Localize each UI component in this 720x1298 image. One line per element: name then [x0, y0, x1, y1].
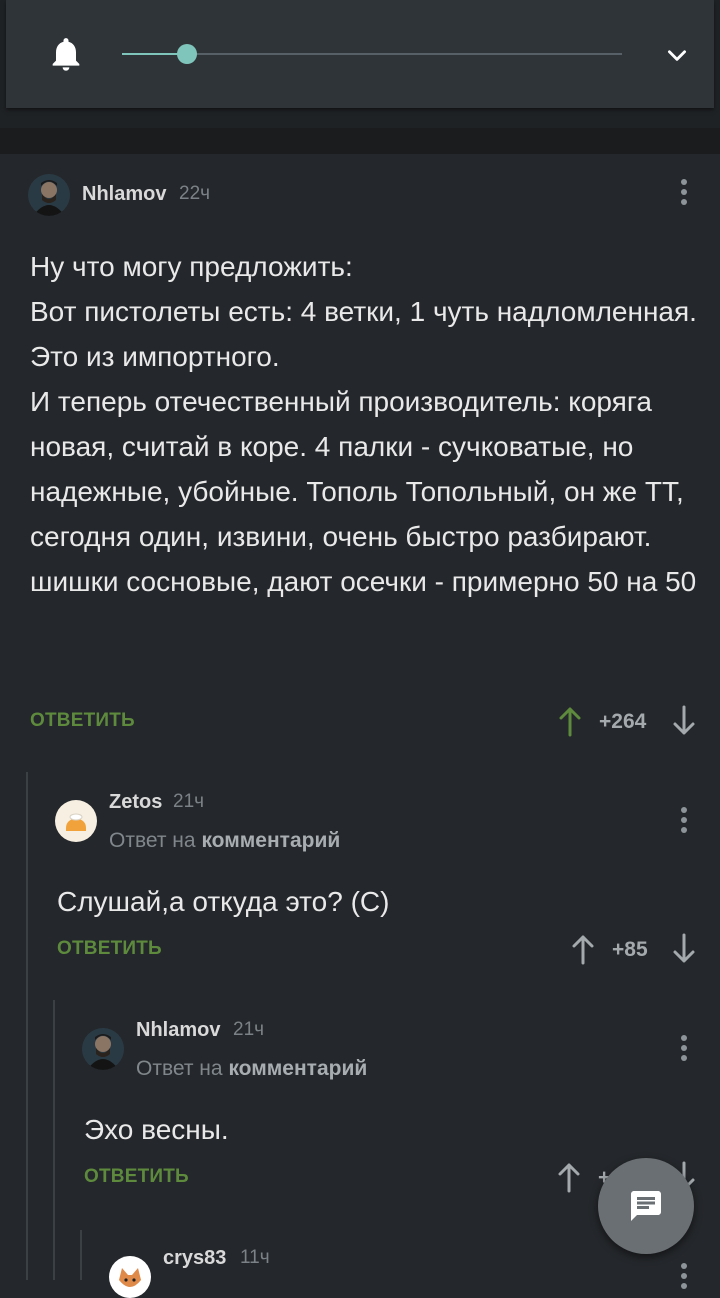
reply-to-label: Ответ на комментарий: [136, 1057, 367, 1081]
comment-text: Слушай,а откуда это? (С): [57, 886, 390, 917]
comment-time: 11ч: [240, 1247, 270, 1268]
comment-time: 21ч: [233, 1019, 265, 1040]
thread-line[interactable]: [80, 1230, 82, 1280]
reply-to-link[interactable]: комментарий: [201, 829, 340, 852]
reply-button[interactable]: ОТВЕТИТЬ: [57, 938, 162, 960]
upvote-icon[interactable]: [557, 1161, 581, 1193]
top-toolbar: [6, 0, 714, 108]
section-divider: [0, 128, 720, 154]
reply-to-label: Ответ на комментарий: [109, 829, 340, 853]
reply-to-prefix: Ответ на: [136, 1057, 223, 1080]
slider-thumb[interactable]: [177, 44, 197, 64]
thread-line[interactable]: [53, 1000, 55, 1280]
comment-author[interactable]: Zetos: [109, 791, 162, 814]
comment-author[interactable]: crys83: [163, 1247, 226, 1270]
comment-fab-button[interactable]: [598, 1158, 694, 1254]
comment-author[interactable]: Nhlamov: [136, 1019, 220, 1042]
upvote-icon[interactable]: [571, 933, 595, 965]
comment-icon: [631, 1191, 661, 1221]
top-toolbar-area: [0, 0, 720, 128]
comment-score: +85: [612, 938, 648, 961]
more-options-icon[interactable]: [679, 1262, 689, 1290]
bell-icon[interactable]: [46, 34, 86, 74]
more-options-icon[interactable]: [679, 806, 689, 834]
reply-to-prefix: Ответ на: [109, 829, 196, 852]
avatar[interactable]: [109, 1256, 151, 1298]
comment-text: Эхо весны.: [84, 1114, 229, 1145]
thread-line[interactable]: [26, 772, 28, 1280]
avatar[interactable]: [82, 1028, 124, 1070]
avatar[interactable]: [28, 174, 70, 216]
downvote-icon[interactable]: [672, 933, 696, 965]
chevron-down-icon[interactable]: [664, 42, 690, 68]
comment-author[interactable]: Nhlamov: [82, 183, 166, 206]
reply-to-link[interactable]: комментарий: [228, 1057, 367, 1080]
comment-time: 22ч: [179, 183, 211, 204]
downvote-icon[interactable]: [672, 705, 696, 737]
upvote-icon[interactable]: [558, 705, 582, 737]
comment-text: Ну что могу предложить: Вот пистолеты ес…: [30, 251, 697, 597]
more-options-icon[interactable]: [679, 178, 689, 206]
more-options-icon[interactable]: [679, 1034, 689, 1062]
level-slider[interactable]: [122, 44, 622, 64]
reply-button[interactable]: ОТВЕТИТЬ: [30, 710, 135, 732]
avatar[interactable]: [55, 800, 97, 842]
comment-score: +264: [599, 710, 647, 733]
reply-button[interactable]: ОТВЕТИТЬ: [84, 1166, 189, 1188]
comment-time: 21ч: [173, 791, 205, 812]
